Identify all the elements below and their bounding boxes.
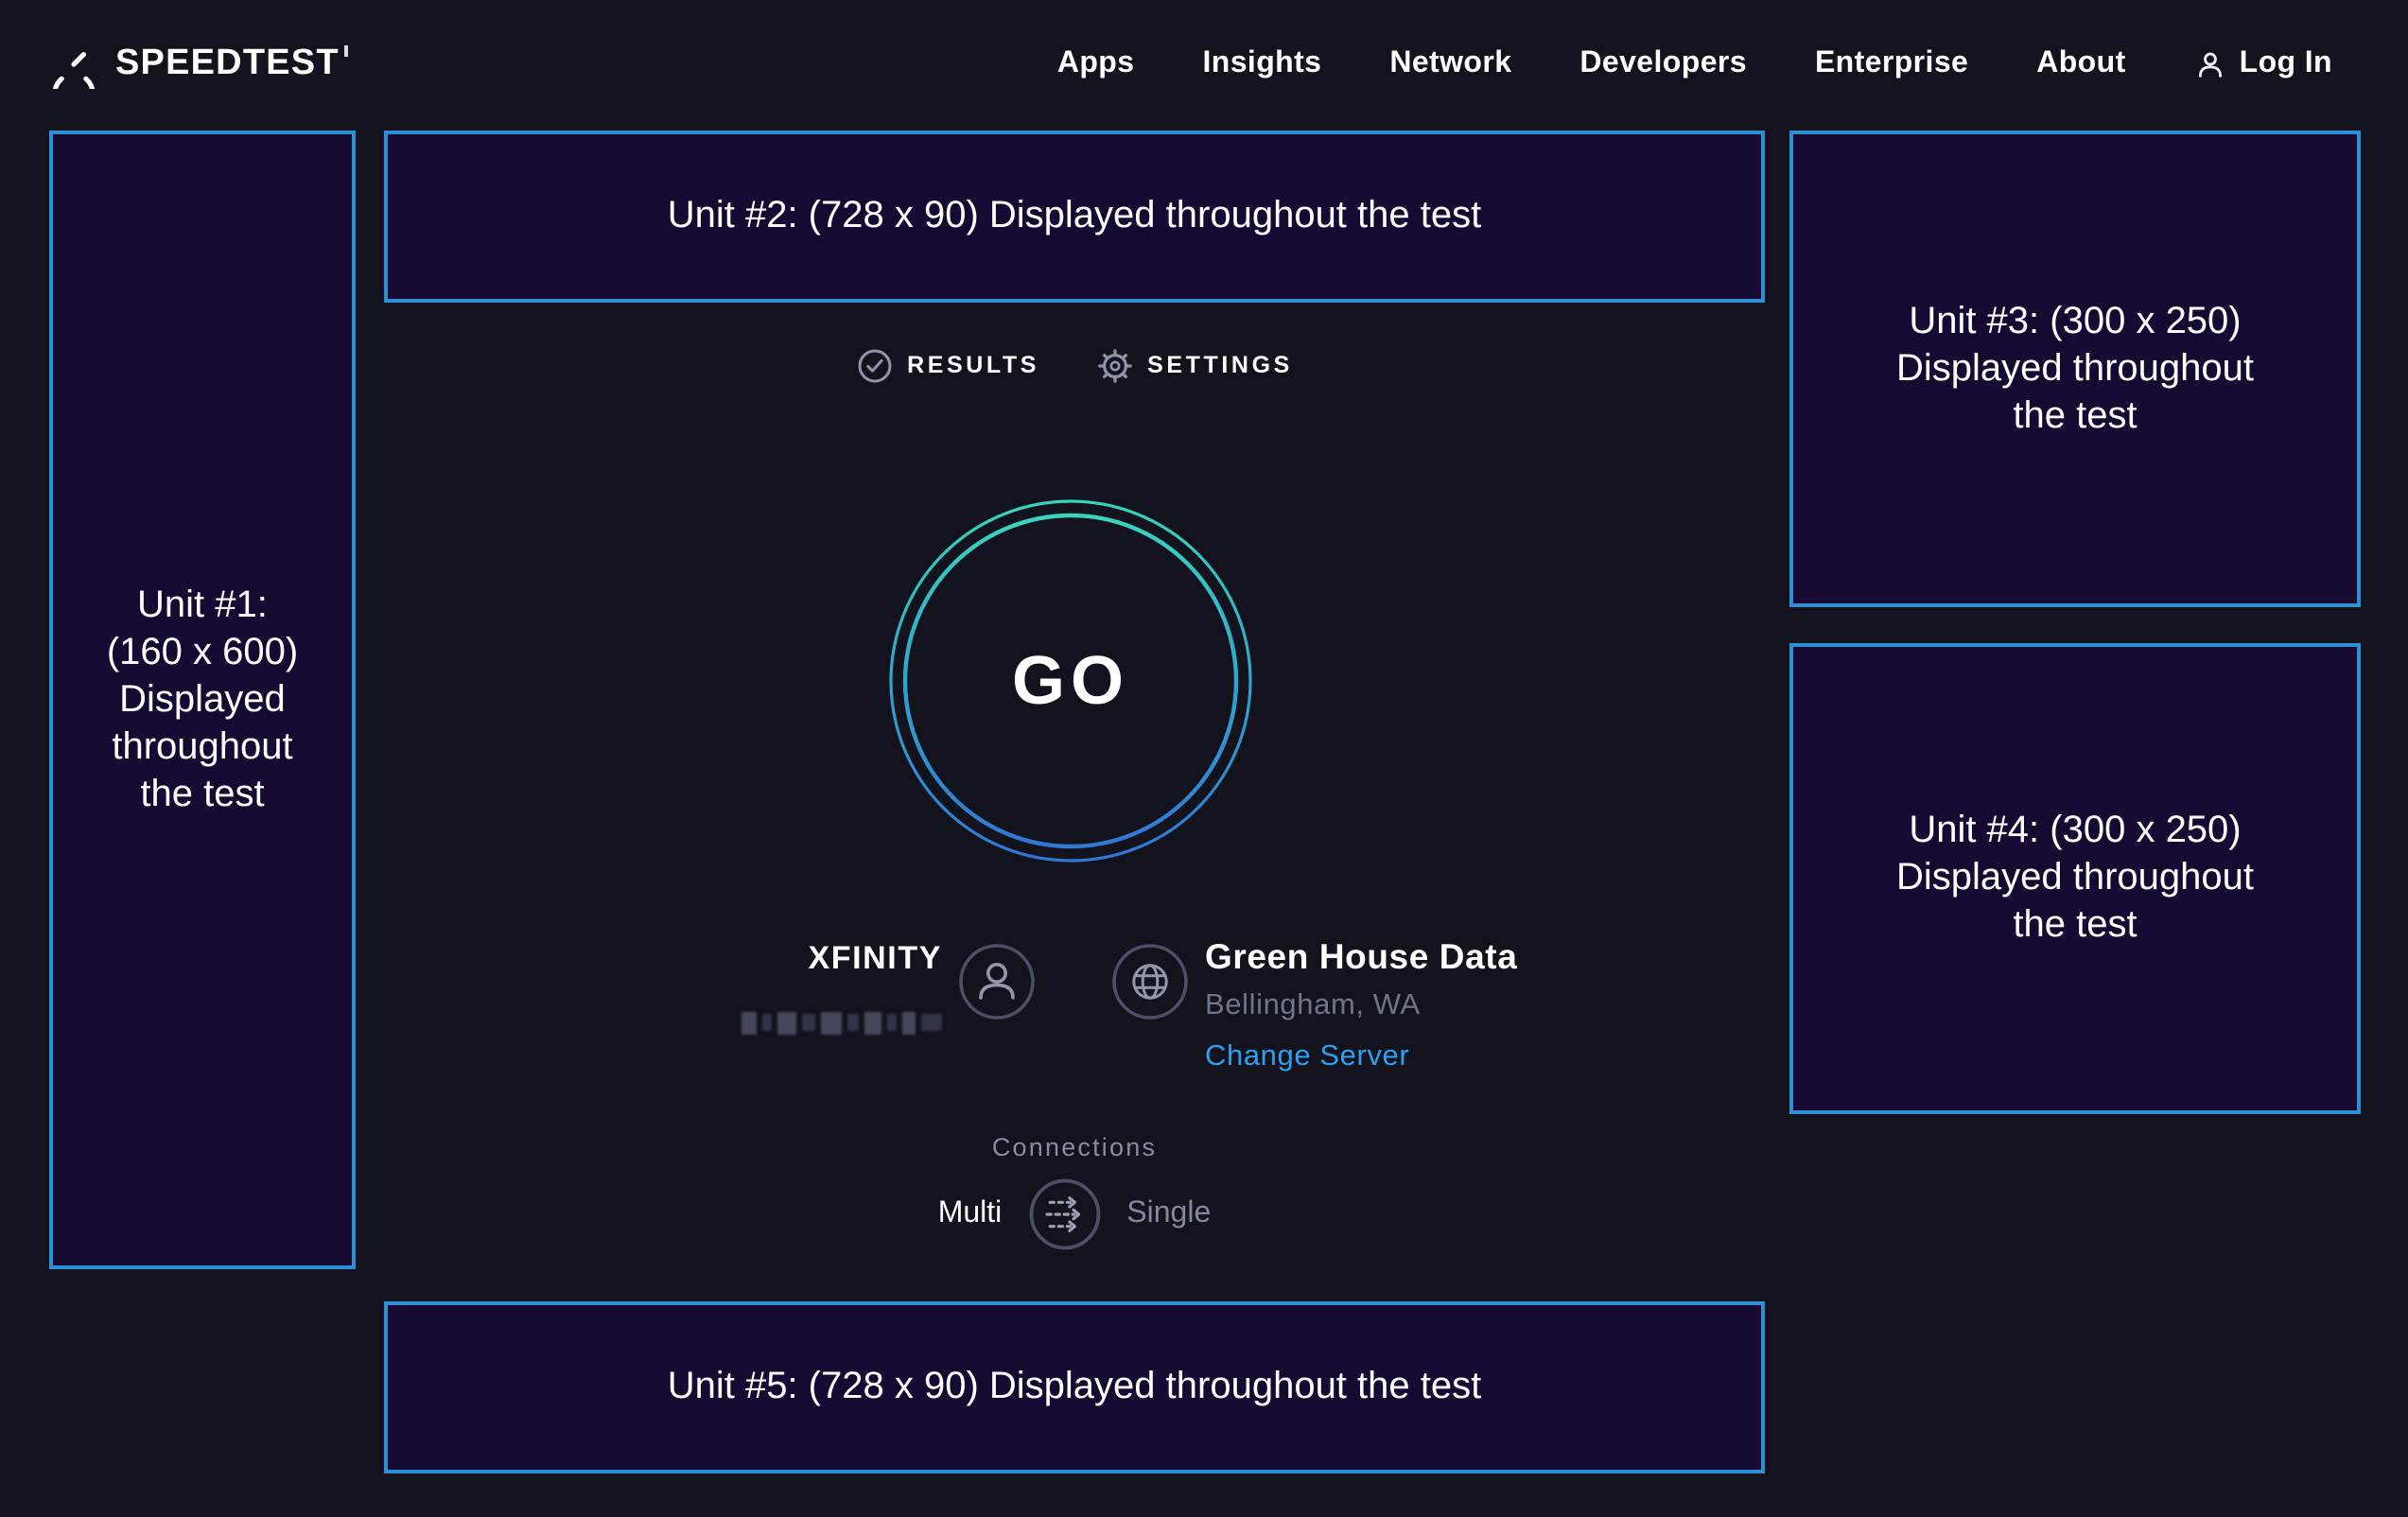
change-server-link[interactable]: Change Server (1205, 1040, 1409, 1074)
trademark-tick (345, 45, 349, 57)
multi-connections-toggle[interactable] (1028, 1178, 1100, 1250)
tab-results-label: RESULTS (907, 352, 1039, 378)
ad-unit-4-rectangle[interactable]: Unit #4: (300 x 250) Displayed throughou… (1789, 643, 2361, 1114)
nav-link-developers[interactable]: Developers (1579, 47, 1747, 81)
top-nav-bar: SPEEDTEST Apps Insights Network Develope… (0, 0, 2408, 129)
ad-unit-1-skyscraper[interactable]: Unit #1: (160 x 600) Displayed throughou… (49, 131, 356, 1269)
ad-text: Unit #5: (728 x 90) Displayed throughout… (668, 1364, 1482, 1411)
server-provider: Green House Data (1205, 936, 1517, 978)
tabs-row: RESULTS SETTINGS (384, 340, 1765, 390)
nav-links: Apps Insights Network Developers Enterpr… (1057, 47, 2332, 81)
isp-person-icon (959, 944, 1035, 1020)
connections-single-label[interactable]: Single (1126, 1197, 1211, 1231)
speedtest-page: SPEEDTEST Apps Insights Network Develope… (0, 0, 2408, 1517)
connections-title: Connections (384, 1133, 1765, 1161)
ad-unit-3-rectangle[interactable]: Unit #3: (300 x 250) Displayed throughou… (1789, 131, 2361, 607)
tab-results[interactable]: RESULTS (856, 347, 1039, 383)
nav-link-network[interactable]: Network (1389, 47, 1511, 81)
tab-settings[interactable]: SETTINGS (1096, 347, 1293, 383)
server-location: Bellingham, WA (1205, 989, 1421, 1023)
brand-wordmark: SPEEDTEST (115, 44, 349, 85)
nav-link-insights[interactable]: Insights (1202, 47, 1321, 81)
isp-name: XFINITY (643, 940, 942, 978)
ad-text: Unit #2: (728 x 90) Displayed throughout… (668, 193, 1482, 240)
ad-text: Unit #1: (160 x 600) Displayed throughou… (107, 582, 298, 818)
login-label: Log In (2240, 47, 2332, 81)
go-label: GO (889, 499, 1252, 863)
connections-toggle-row: Multi Single (384, 1177, 1765, 1252)
speedometer-icon (49, 40, 98, 89)
ip-address-redacted (742, 1010, 942, 1035)
nav-link-apps[interactable]: Apps (1057, 47, 1135, 81)
check-circle-icon (856, 347, 892, 383)
ad-text: Unit #3: (300 x 250) Displayed throughou… (1896, 298, 2254, 440)
ad-unit-5-leaderboard[interactable]: Unit #5: (728 x 90) Displayed throughout… (384, 1301, 1765, 1473)
tab-settings-label: SETTINGS (1147, 352, 1293, 378)
connections-multi-label[interactable]: Multi (938, 1197, 1003, 1231)
ad-text: Unit #4: (300 x 250) Displayed throughou… (1896, 808, 2254, 950)
login-link[interactable]: Log In (2194, 47, 2332, 81)
go-button[interactable]: GO (889, 499, 1252, 863)
gear-icon (1096, 347, 1132, 383)
globe-icon (1112, 944, 1188, 1020)
ad-unit-2-leaderboard[interactable]: Unit #2: (728 x 90) Displayed throughout… (384, 131, 1765, 303)
nav-link-enterprise[interactable]: Enterprise (1815, 47, 1968, 81)
person-icon (2194, 48, 2226, 80)
nav-link-about[interactable]: About (2036, 47, 2125, 81)
speedtest-logo[interactable]: SPEEDTEST (49, 40, 349, 89)
